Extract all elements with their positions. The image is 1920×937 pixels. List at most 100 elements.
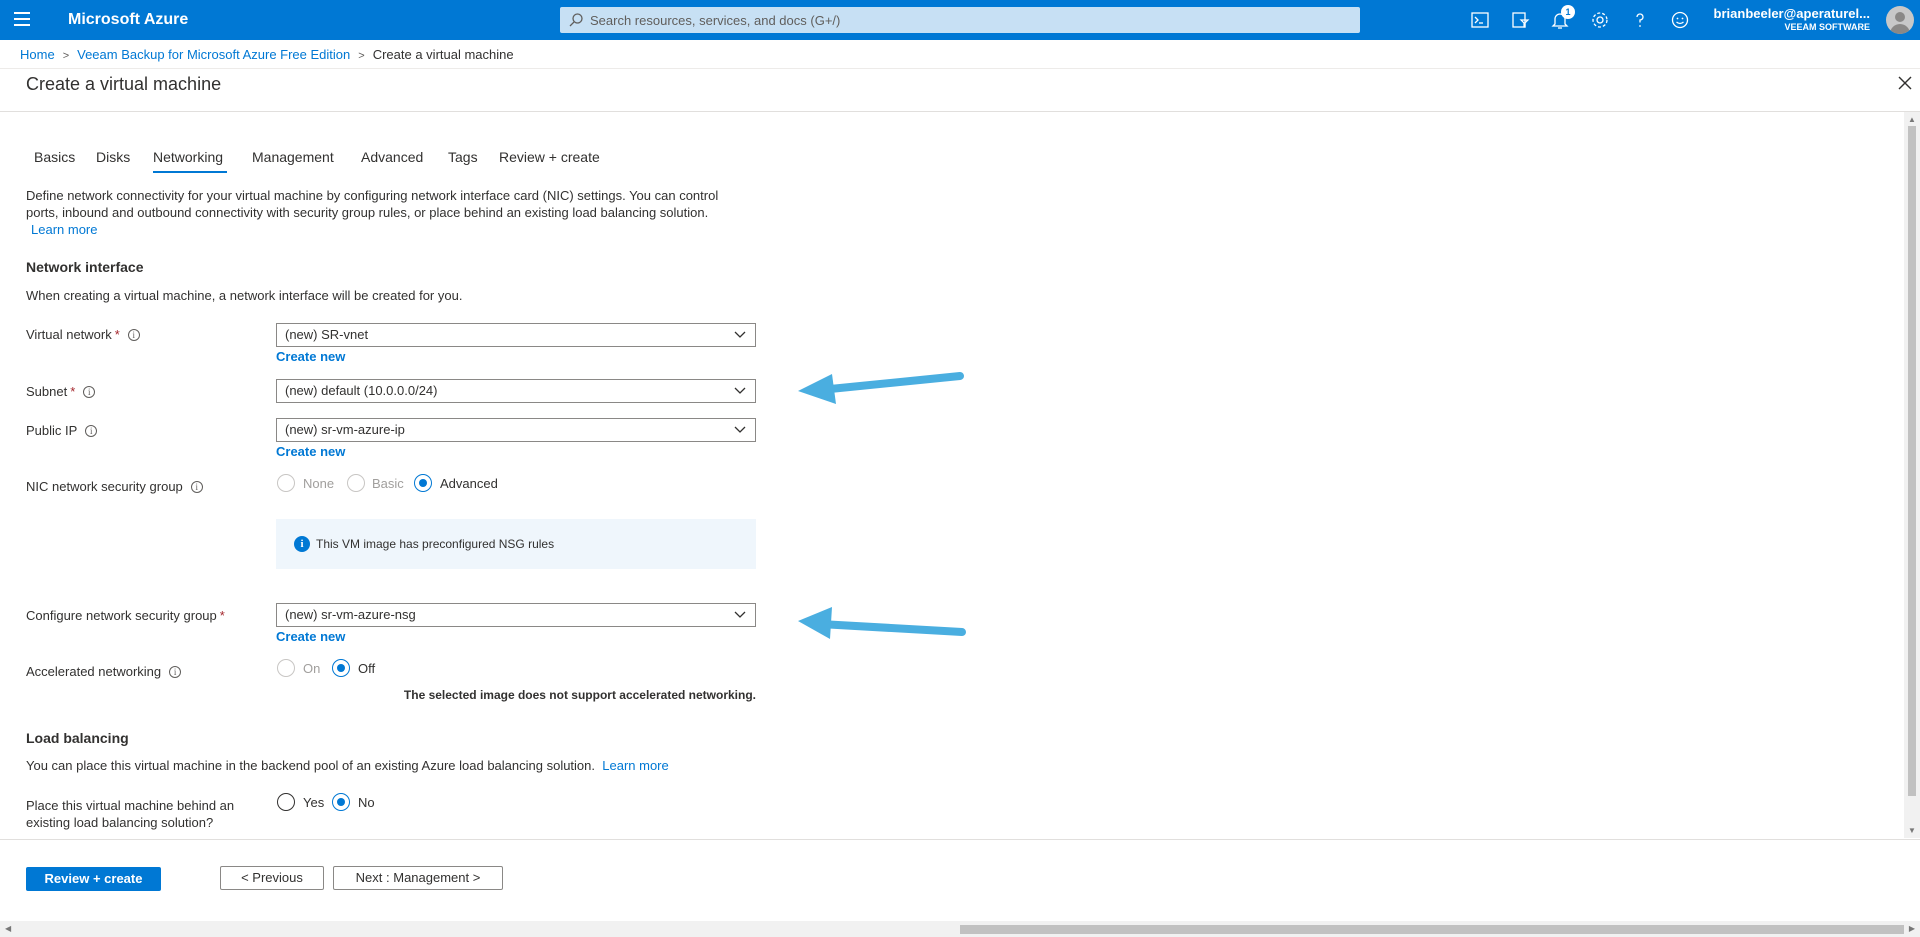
- section-load-balancing: Load balancing: [26, 730, 129, 746]
- accel-off-radio[interactable]: [332, 659, 350, 677]
- subnet-dropdown[interactable]: (new) default (10.0.0.0/24): [276, 379, 756, 403]
- learn-more-link[interactable]: Learn more: [31, 221, 97, 238]
- divider: [0, 839, 1920, 840]
- configure-nsg-value: (new) sr-vm-azure-nsg: [285, 607, 416, 622]
- accel-on-radio[interactable]: [277, 659, 295, 677]
- tab-management[interactable]: Management: [252, 149, 334, 165]
- next-management-button[interactable]: Next : Management >: [333, 866, 503, 890]
- nsg-create-new[interactable]: Create new: [276, 629, 345, 644]
- nic-nsg-none-radio[interactable]: [277, 474, 295, 492]
- info-circle-icon: i: [294, 536, 310, 552]
- info-icon[interactable]: i: [127, 329, 140, 341]
- settings-icon[interactable]: [1590, 10, 1610, 30]
- scroll-right-icon[interactable]: ▶: [1909, 924, 1915, 933]
- help-icon[interactable]: [1630, 10, 1650, 30]
- review-create-button[interactable]: Review + create: [26, 867, 161, 891]
- chevron-down-icon: [734, 331, 746, 338]
- public-ip-value: (new) sr-vm-azure-ip: [285, 422, 405, 437]
- page-title: Create a virtual machine: [26, 74, 222, 94]
- search-box[interactable]: [560, 7, 1360, 33]
- close-icon[interactable]: [1896, 74, 1914, 92]
- virtual-network-label: Virtual network * i: [26, 327, 140, 342]
- load-balancing-yes-label: Yes: [303, 795, 325, 810]
- chevron-right-icon: >: [358, 50, 365, 62]
- breadcrumb-home[interactable]: Home: [20, 47, 55, 62]
- breadcrumb-parent[interactable]: Veeam Backup for Microsoft Azure Free Ed…: [77, 47, 350, 62]
- chevron-down-icon: [734, 611, 746, 618]
- scroll-down-icon[interactable]: ▼: [1908, 826, 1916, 835]
- horizontal-scrollbar[interactable]: ◀ ▶: [0, 921, 1920, 937]
- info-icon[interactable]: i: [83, 386, 96, 398]
- nic-nsg-basic-radio[interactable]: [347, 474, 365, 492]
- chevron-right-icon: >: [62, 50, 70, 62]
- public-ip-create-new[interactable]: Create new: [276, 444, 345, 459]
- load-balancing-question-line-1: Place this virtual machine behind an: [26, 798, 235, 813]
- network-interface-description: When creating a virtual machine, a netwo…: [26, 288, 463, 303]
- tab-networking[interactable]: Networking: [153, 149, 223, 165]
- search-input[interactable]: [590, 7, 1350, 33]
- info-icon[interactable]: i: [190, 481, 203, 493]
- scroll-up-icon[interactable]: ▲: [1908, 115, 1916, 124]
- load-balancing-description: You can place this virtual machine in th…: [26, 758, 669, 773]
- annotation-arrow-subnet: [798, 372, 964, 404]
- load-balancing-no-radio[interactable]: [332, 793, 350, 811]
- top-bar: Microsoft Azure 1 brianbeeler@aperaturel…: [0, 0, 1920, 40]
- tab-basics[interactable]: Basics: [34, 149, 75, 165]
- virtual-network-create-new[interactable]: Create new: [276, 349, 345, 364]
- breadcrumb: Home > Veeam Backup for Microsoft Azure Fr…: [20, 47, 514, 62]
- directory-filter-icon[interactable]: [1510, 10, 1530, 30]
- search-icon: [569, 13, 583, 27]
- section-network-interface: Network interface: [26, 259, 144, 275]
- active-tab-indicator: [153, 171, 227, 173]
- subnet-value: (new) default (10.0.0.0/24): [285, 383, 438, 398]
- nic-nsg-label: NIC network security group i: [26, 479, 203, 494]
- nic-nsg-basic-label: Basic: [372, 476, 404, 491]
- scroll-left-icon[interactable]: ◀: [5, 924, 11, 933]
- user-name: brianbeeler@aperaturel...: [1713, 6, 1870, 21]
- intro-line-1: Define network connectivity for your vir…: [26, 188, 719, 203]
- info-icon[interactable]: i: [169, 666, 182, 678]
- cloud-shell-icon[interactable]: [1470, 10, 1490, 30]
- scrollbar-thumb[interactable]: [1908, 126, 1916, 796]
- divider: [0, 111, 1920, 112]
- info-icon[interactable]: i: [85, 425, 98, 437]
- divider: [0, 68, 1920, 69]
- public-ip-dropdown[interactable]: (new) sr-vm-azure-ip: [276, 418, 756, 442]
- annotation-arrow-nsg: [798, 607, 966, 639]
- accel-off-label: Off: [358, 661, 376, 676]
- nic-nsg-advanced-radio[interactable]: [414, 474, 432, 492]
- user-account[interactable]: brianbeeler@aperaturel... VEEAM SOFTWARE: [1700, 6, 1870, 32]
- user-org: VEEAM SOFTWARE: [1784, 22, 1870, 32]
- load-balancing-question-line-2: existing load balancing solution?: [26, 815, 214, 830]
- nic-nsg-none-label: None: [303, 476, 335, 491]
- feedback-icon[interactable]: [1670, 10, 1690, 30]
- scrollbar-thumb[interactable]: [960, 925, 1904, 934]
- notifications-icon[interactable]: 1: [1550, 5, 1575, 30]
- notification-badge: 1: [1561, 5, 1575, 19]
- accelerated-networking-label: Accelerated networking i: [26, 664, 182, 679]
- tab-review-create[interactable]: Review + create: [499, 149, 600, 165]
- chevron-down-icon: [734, 426, 746, 433]
- tab-tags[interactable]: Tags: [448, 149, 478, 165]
- accelerated-networking-note: The selected image does not support acce…: [403, 688, 756, 702]
- info-banner: i This VM image has preconfigured NSG ru…: [276, 519, 756, 569]
- avatar[interactable]: [1886, 6, 1914, 34]
- brand-title[interactable]: Microsoft Azure: [68, 11, 188, 29]
- subnet-label: Subnet * i: [26, 384, 96, 399]
- tab-advanced[interactable]: Advanced: [361, 149, 423, 165]
- load-balancing-learn-more[interactable]: Learn more: [602, 758, 668, 773]
- menu-icon[interactable]: [14, 12, 34, 28]
- public-ip-label: Public IP i: [26, 423, 98, 438]
- chevron-down-icon: [734, 387, 746, 394]
- load-balancing-yes-radio[interactable]: [277, 793, 295, 811]
- nic-nsg-advanced-label: Advanced: [440, 476, 498, 491]
- configure-nsg-label: Configure network security group *: [26, 608, 225, 623]
- accel-on-label: On: [303, 661, 321, 676]
- breadcrumb-current: Create a virtual machine: [372, 47, 514, 62]
- tab-disks[interactable]: Disks: [96, 149, 130, 165]
- virtual-network-value: (new) SR-vnet: [285, 327, 369, 342]
- vertical-scrollbar[interactable]: ▲ ▼: [1904, 112, 1920, 838]
- virtual-network-dropdown[interactable]: (new) SR-vnet: [276, 323, 756, 347]
- previous-button[interactable]: < Previous: [220, 866, 324, 890]
- configure-nsg-dropdown[interactable]: (new) sr-vm-azure-nsg: [276, 603, 756, 627]
